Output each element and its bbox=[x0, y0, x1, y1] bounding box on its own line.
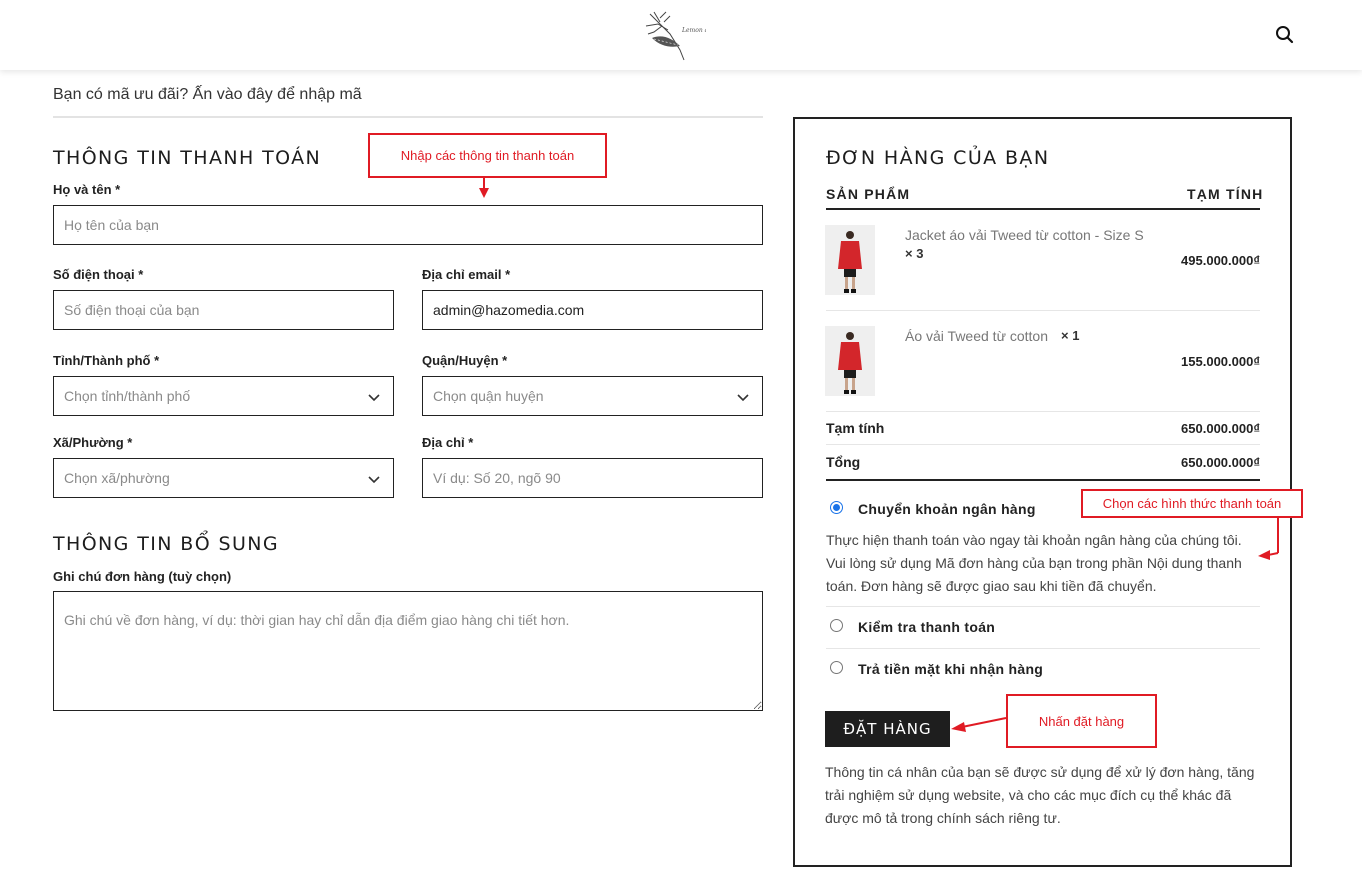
product-name: Áo vải Tweed từ cotton bbox=[905, 328, 1048, 344]
total-label: Tổng bbox=[826, 454, 861, 470]
product-price: 495.000.000₫ bbox=[1181, 253, 1260, 268]
order-title: ĐƠN HÀNG CỦA BẠN bbox=[826, 147, 1050, 169]
name-input[interactable] bbox=[53, 205, 763, 245]
privacy-notice: Thông tin cá nhân của bạn sẽ được sử dụn… bbox=[825, 761, 1265, 830]
subtotal-value: 650.000.000₫ bbox=[1181, 421, 1260, 436]
product-thumbnail[interactable] bbox=[825, 225, 875, 295]
chevron-down-icon bbox=[368, 476, 380, 484]
phone-label: Số điện thoại * bbox=[53, 267, 144, 282]
product-price: 155.000.000₫ bbox=[1181, 354, 1260, 369]
phone-input[interactable] bbox=[53, 290, 394, 330]
city-label: Tỉnh/Thành phố * bbox=[53, 353, 160, 368]
payment-radio-check[interactable] bbox=[830, 619, 843, 632]
totals-divider bbox=[826, 479, 1260, 481]
divider bbox=[826, 648, 1260, 649]
annotation-payment: Chọn các hình thức thanh toán bbox=[1081, 489, 1303, 518]
payment-desc-line: Vui lòng sử dụng Mã đơn hàng của bạn tro… bbox=[826, 555, 1242, 571]
svg-text:Lemon ái: Lemon ái bbox=[681, 27, 706, 34]
name-label: Họ và tên * bbox=[53, 182, 121, 197]
header-divider bbox=[826, 208, 1260, 210]
district-label: Quận/Huyện * bbox=[422, 353, 508, 368]
divider bbox=[826, 606, 1260, 607]
email-input[interactable] bbox=[422, 290, 763, 330]
payment-label-cod[interactable]: Trả tiền mặt khi nhận hàng bbox=[858, 661, 1043, 677]
divider bbox=[826, 411, 1260, 412]
annotation-order: Nhấn đặt hàng bbox=[1006, 694, 1157, 748]
col-product: SẢN PHẨM bbox=[826, 186, 911, 202]
chevron-down-icon bbox=[368, 394, 380, 402]
product-name: Jacket áo vải Tweed từ cotton - Size S bbox=[905, 227, 1144, 243]
city-select[interactable]: Chọn tỉnh/thành phố bbox=[53, 376, 394, 416]
payment-desc-line: toán. Đơn hàng sẽ được giao sau khi tiền… bbox=[826, 578, 1157, 594]
city-select-value: Chọn tỉnh/thành phố bbox=[64, 388, 191, 404]
chevron-down-icon bbox=[737, 394, 749, 402]
flower-logo-icon[interactable]: Lemon ái bbox=[640, 8, 706, 64]
district-select-value: Chọn quận huyện bbox=[433, 388, 544, 404]
privacy-line: Thông tin cá nhân của bạn sẽ được sử dụn… bbox=[825, 764, 1255, 780]
site-header: Lemon ái bbox=[0, 0, 1362, 70]
address-label: Địa chỉ * bbox=[422, 435, 474, 450]
divider bbox=[826, 310, 1260, 311]
privacy-line: trải nghiệm sử dụng website, và cho các … bbox=[825, 787, 1232, 803]
district-select[interactable]: Chọn quận huyện bbox=[422, 376, 763, 416]
note-label: Ghi chú đơn hàng (tuỳ chọn) bbox=[53, 569, 232, 584]
divider bbox=[53, 116, 763, 118]
payment-radio-bank[interactable] bbox=[830, 501, 843, 514]
payment-desc-line: Thực hiện thanh toán vào ngay tài khoản … bbox=[826, 532, 1242, 548]
ward-label: Xã/Phường * bbox=[53, 435, 133, 450]
divider bbox=[826, 444, 1260, 445]
order-note-textarea[interactable] bbox=[53, 591, 763, 711]
privacy-line: được mô tả trong chính sách riêng tư. bbox=[825, 810, 1061, 826]
email-label: Địa chỉ email * bbox=[422, 267, 511, 282]
additional-title: THÔNG TIN BỔ SUNG bbox=[53, 533, 280, 555]
payment-label-bank[interactable]: Chuyển khoản ngân hàng bbox=[858, 501, 1036, 517]
payment-radio-cod[interactable] bbox=[830, 661, 843, 674]
payment-desc-bank: Thực hiện thanh toán vào ngay tài khoản … bbox=[826, 529, 1266, 598]
subtotal-label: Tạm tính bbox=[826, 420, 885, 436]
total-value: 650.000.000₫ bbox=[1181, 455, 1260, 470]
payment-label-check[interactable]: Kiểm tra thanh toán bbox=[858, 619, 995, 635]
coupon-link[interactable]: Bạn có mã ưu đãi? Ấn vào đây để nhập mã bbox=[53, 86, 362, 104]
address-input[interactable] bbox=[422, 458, 763, 498]
col-subtotal: TẠM TÍNH bbox=[1187, 186, 1264, 202]
place-order-button[interactable]: ĐẶT HÀNG bbox=[825, 711, 950, 747]
ward-select[interactable]: Chọn xã/phường bbox=[53, 458, 394, 498]
annotation-billing: Nhập các thông tin thanh toán bbox=[368, 133, 607, 178]
product-qty: × 1 bbox=[1061, 328, 1080, 343]
product-thumbnail[interactable] bbox=[825, 326, 875, 396]
product-qty: × 3 bbox=[905, 246, 924, 261]
search-icon[interactable] bbox=[1274, 24, 1296, 46]
billing-title: THÔNG TIN THANH TOÁN bbox=[53, 147, 322, 169]
ward-select-value: Chọn xã/phường bbox=[64, 470, 170, 486]
